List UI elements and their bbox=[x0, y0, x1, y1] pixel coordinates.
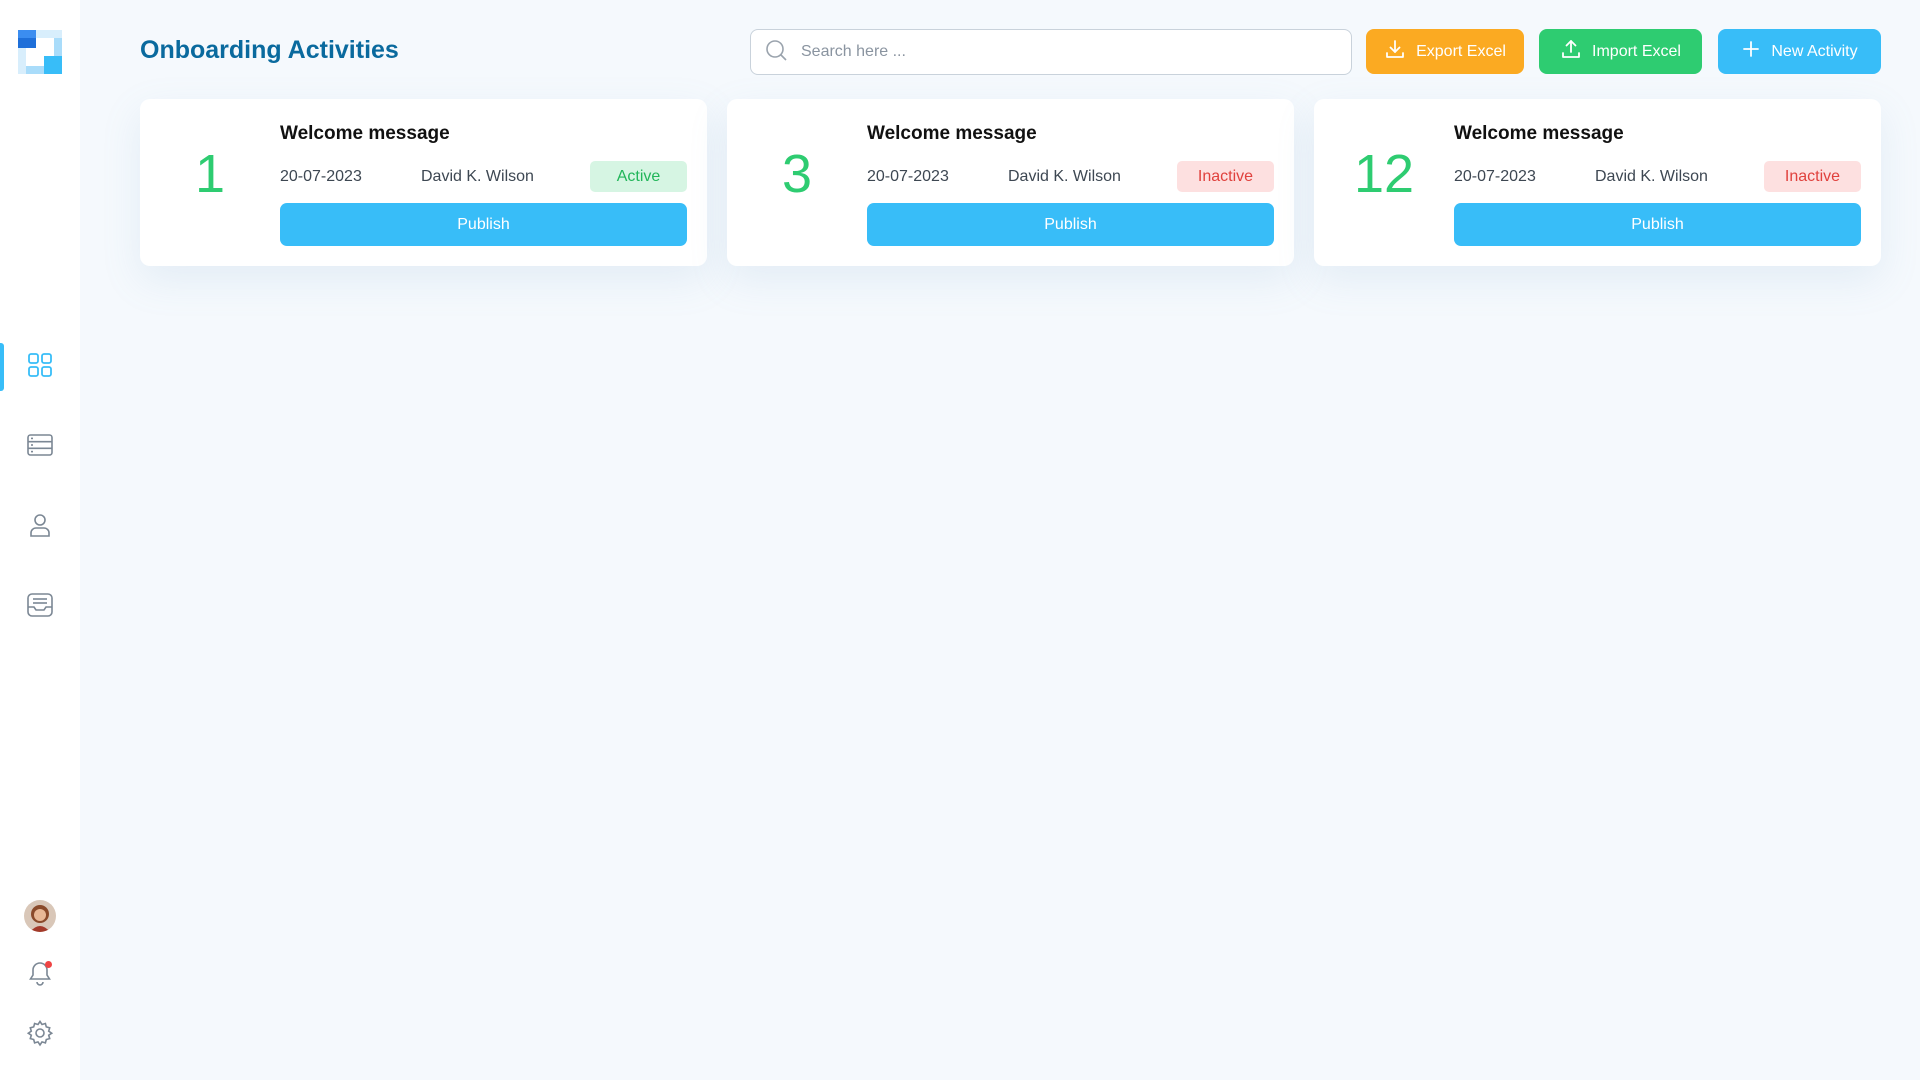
nav-inbox[interactable] bbox=[0, 583, 80, 631]
activity-title: Welcome message bbox=[1454, 123, 1624, 144]
activity-count: 1 bbox=[194, 144, 226, 204]
export-excel-label: Export Excel bbox=[1416, 42, 1506, 60]
activity-card: 1 Welcome message 20-07-2023 David K. Wi… bbox=[140, 99, 707, 266]
sidebar bbox=[0, 0, 80, 1080]
import-excel-button[interactable]: Import Excel bbox=[1539, 29, 1702, 74]
dashboard-grid-icon bbox=[26, 351, 54, 384]
activity-date: 20-07-2023 bbox=[280, 168, 362, 185]
notifications-button[interactable] bbox=[24, 959, 56, 991]
gear-icon bbox=[26, 1019, 54, 1052]
app-logo[interactable] bbox=[18, 30, 62, 74]
activity-author: David K. Wilson bbox=[421, 168, 534, 185]
nav-users[interactable] bbox=[0, 503, 80, 551]
user-icon bbox=[26, 511, 54, 544]
avatar[interactable] bbox=[24, 900, 56, 932]
publish-button[interactable]: Publish bbox=[1454, 203, 1861, 246]
plus-icon bbox=[1741, 39, 1761, 64]
search-box[interactable] bbox=[750, 29, 1352, 75]
activity-date: 20-07-2023 bbox=[1454, 168, 1536, 185]
nav-database[interactable] bbox=[0, 423, 80, 471]
upload-icon bbox=[1560, 38, 1582, 65]
activity-date: 20-07-2023 bbox=[867, 168, 949, 185]
search-input[interactable] bbox=[801, 43, 1321, 61]
inbox-icon bbox=[26, 591, 54, 624]
activity-card: 12 Welcome message 20-07-2023 David K. W… bbox=[1314, 99, 1881, 266]
new-activity-button[interactable]: New Activity bbox=[1718, 29, 1881, 74]
activity-title: Welcome message bbox=[867, 123, 1037, 144]
activity-author: David K. Wilson bbox=[1008, 168, 1121, 185]
nav-dashboard[interactable] bbox=[0, 343, 80, 391]
activity-title: Welcome message bbox=[280, 123, 450, 144]
activity-author: David K. Wilson bbox=[1595, 168, 1708, 185]
database-icon bbox=[26, 431, 54, 464]
notification-dot bbox=[45, 961, 52, 968]
status-badge: Active bbox=[590, 161, 687, 192]
status-badge: Inactive bbox=[1764, 161, 1861, 192]
activity-card: 3 Welcome message 20-07-2023 David K. Wi… bbox=[727, 99, 1294, 266]
search-icon bbox=[765, 39, 787, 66]
publish-button[interactable]: Publish bbox=[867, 203, 1274, 246]
activity-count: 3 bbox=[781, 144, 813, 204]
page-title: Onboarding Activities bbox=[140, 36, 399, 64]
publish-button[interactable]: Publish bbox=[280, 203, 687, 246]
activity-count: 12 bbox=[1353, 144, 1415, 204]
export-excel-button[interactable]: Export Excel bbox=[1366, 29, 1524, 74]
download-icon bbox=[1384, 38, 1406, 65]
new-activity-label: New Activity bbox=[1771, 42, 1858, 60]
status-badge: Inactive bbox=[1177, 161, 1274, 192]
settings-button[interactable] bbox=[24, 1019, 56, 1051]
import-excel-label: Import Excel bbox=[1592, 42, 1681, 60]
